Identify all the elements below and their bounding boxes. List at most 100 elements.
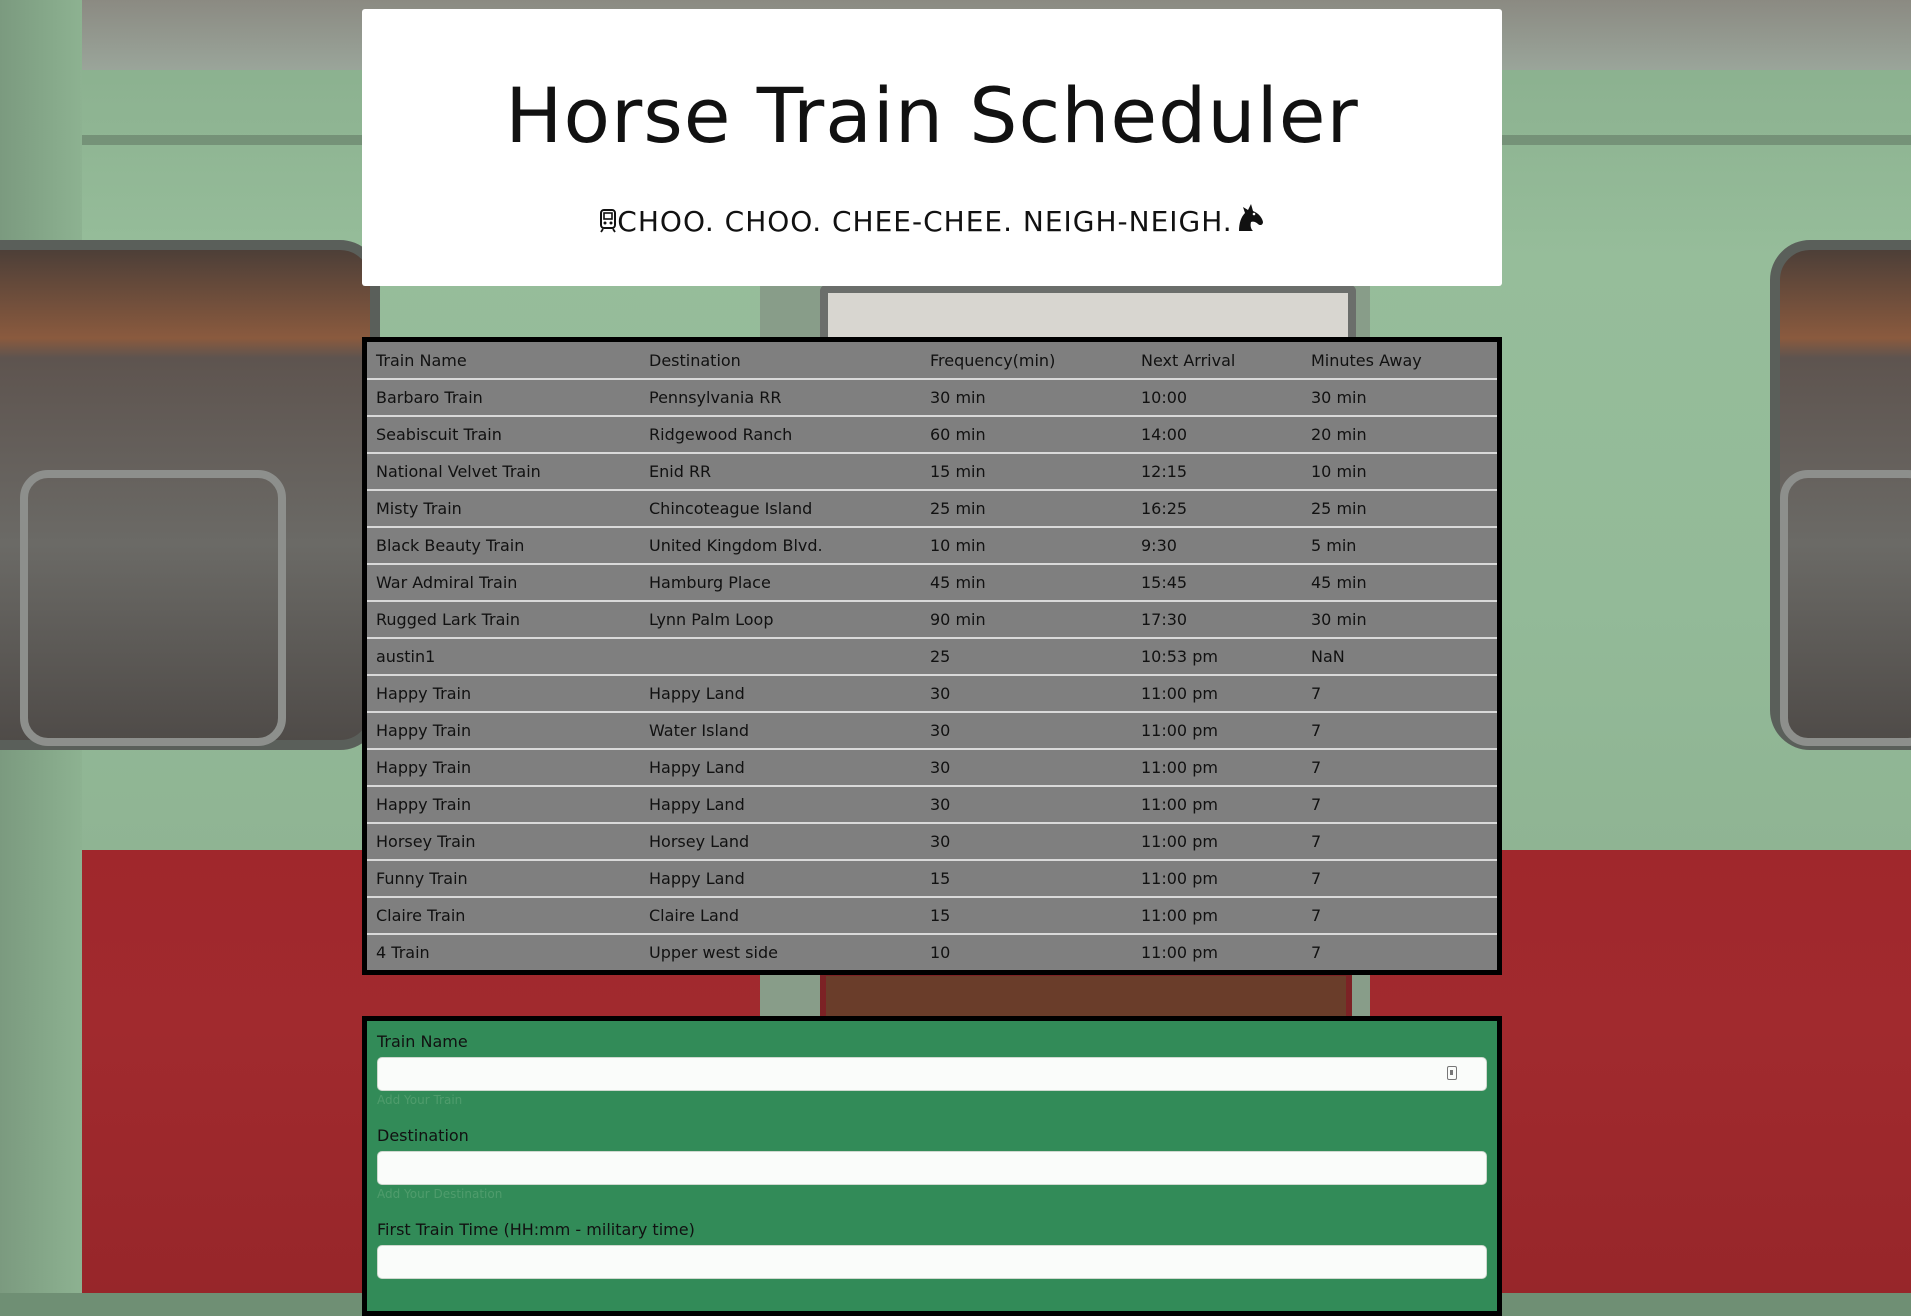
table-row: Funny Train Happy Land 15 11:00 pm 7: [367, 859, 1497, 897]
cell-next-arrival: 10:00: [1132, 378, 1302, 416]
destination-input[interactable]: [377, 1151, 1487, 1185]
table-row: Seabiscuit Train Ridgewood Ranch 60 min 14:…: [367, 415, 1497, 453]
cell-minutes-away: 7: [1302, 748, 1497, 786]
cell-next-arrival: 17:30: [1132, 600, 1302, 638]
first-train-time-label: First Train Time (HH:mm - military time): [377, 1220, 695, 1239]
cell-train-name: Seabiscuit Train: [367, 415, 640, 453]
cell-minutes-away: 10 min: [1302, 452, 1497, 490]
cell-minutes-away: 7: [1302, 933, 1497, 970]
cell-frequency: 30: [921, 822, 1132, 860]
train-name-help: Add Your Train: [377, 1093, 463, 1107]
page-title: Horse Train Scheduler: [505, 71, 1359, 160]
first-train-time-input[interactable]: [377, 1245, 1487, 1279]
subtitle-text: CHOO. CHOO. CHEE-CHEE. NEIGH-NEIGH.: [617, 205, 1233, 238]
cell-next-arrival: 14:00: [1132, 415, 1302, 453]
train-name-group: Train Name Add Your Train: [377, 1032, 1487, 1107]
cell-train-name: National Velvet Train: [367, 452, 640, 490]
table-row: Misty Train Chincoteague Island 25 min 16:2…: [367, 489, 1497, 527]
cell-destination: Happy Land: [640, 785, 921, 823]
table-row: War Admiral Train Hamburg Place 45 min 15:4…: [367, 563, 1497, 601]
table-row: Claire Train Claire Land 15 11:00 pm 7: [367, 896, 1497, 934]
table-header-row: Train Name Destination Frequency(min) Ne…: [367, 342, 1497, 379]
cell-frequency: 15: [921, 859, 1132, 897]
horse-head-icon: [1233, 201, 1265, 240]
cell-frequency: 30: [921, 711, 1132, 749]
cell-frequency: 30 min: [921, 378, 1132, 416]
cell-frequency: 10: [921, 933, 1132, 970]
cell-train-name: Misty Train: [367, 489, 640, 527]
table-row: Happy Train Happy Land 30 11:00 pm 7: [367, 674, 1497, 712]
cell-destination: Horsey Land: [640, 822, 921, 860]
cell-minutes-away: 30 min: [1302, 600, 1497, 638]
cell-next-arrival: 11:00 pm: [1132, 785, 1302, 823]
cell-minutes-away: 7: [1302, 785, 1497, 823]
cell-destination: Happy Land: [640, 859, 921, 897]
table-row: Barbaro Train Pennsylvania RR 30 min 10:00 3…: [367, 378, 1497, 416]
table-row: Black Beauty Train United Kingdom Blvd. 10…: [367, 526, 1497, 564]
cell-train-name: Happy Train: [367, 711, 640, 749]
cell-minutes-away: 25 min: [1302, 489, 1497, 527]
destination-group: Destination Add Your Destination: [377, 1126, 1487, 1201]
autofill-icon[interactable]: [1447, 1066, 1457, 1080]
page-subtitle: CHOO. CHOO. CHEE-CHEE. NEIGH-NEIGH.: [362, 201, 1502, 240]
first-train-time-group: First Train Time (HH:mm - military time): [377, 1220, 1487, 1279]
column-header-frequency: Frequency(min): [930, 350, 1056, 370]
table-row: National Velvet Train Enid RR 15 min 12:15 1…: [367, 452, 1497, 490]
cell-next-arrival: 11:00 pm: [1132, 711, 1302, 749]
cell-destination: Lynn Palm Loop: [640, 600, 921, 638]
cell-destination: Hamburg Place: [640, 563, 921, 601]
cell-minutes-away: 7: [1302, 674, 1497, 712]
table-row: austin1 25 10:53 pm NaN: [367, 637, 1497, 675]
table-row: Horsey Train Horsey Land 30 11:00 pm 7: [367, 822, 1497, 860]
cell-frequency: 25 min: [921, 489, 1132, 527]
train-icon: [599, 207, 617, 240]
table-row: 4 Train Upper west side 10 11:00 pm 7: [367, 933, 1497, 970]
cell-train-name: austin1: [367, 637, 640, 675]
add-train-form: Train Name Add Your Train Destination Ad…: [362, 1016, 1502, 1316]
cell-next-arrival: 11:00 pm: [1132, 748, 1302, 786]
schedule-table: Train Name Destination Frequency(min) Ne…: [362, 337, 1502, 975]
cell-destination: Happy Land: [640, 674, 921, 712]
cell-train-name: Horsey Train: [367, 822, 640, 860]
train-name-input[interactable]: [377, 1057, 1487, 1091]
cell-destination: Water Island: [640, 711, 921, 749]
destination-label: Destination: [377, 1126, 469, 1145]
cell-minutes-away: 5 min: [1302, 526, 1497, 564]
cell-frequency: 45 min: [921, 563, 1132, 601]
cell-destination: Chincoteague Island: [640, 489, 921, 527]
cell-destination: Enid RR: [640, 452, 921, 490]
cell-train-name: Claire Train: [367, 896, 640, 934]
cell-train-name: Rugged Lark Train: [367, 600, 640, 638]
cell-frequency: 15 min: [921, 452, 1132, 490]
cell-next-arrival: 11:00 pm: [1132, 859, 1302, 897]
cell-minutes-away: 45 min: [1302, 563, 1497, 601]
cell-destination: Pennsylvania RR: [640, 378, 921, 416]
cell-minutes-away: 20 min: [1302, 415, 1497, 453]
column-header-next-arrival: Next Arrival: [1141, 350, 1236, 370]
cell-next-arrival: 11:00 pm: [1132, 933, 1302, 970]
cell-frequency: 90 min: [921, 600, 1132, 638]
cell-train-name: Barbaro Train: [367, 378, 640, 416]
cell-destination: [640, 637, 921, 675]
cell-train-name: War Admiral Train: [367, 563, 640, 601]
cell-next-arrival: 11:00 pm: [1132, 896, 1302, 934]
cell-minutes-away: 30 min: [1302, 378, 1497, 416]
cell-next-arrival: 12:15: [1132, 452, 1302, 490]
table-row: Rugged Lark Train Lynn Palm Loop 90 min 17:…: [367, 600, 1497, 638]
cell-next-arrival: 10:53 pm: [1132, 637, 1302, 675]
cell-train-name: Happy Train: [367, 748, 640, 786]
cell-train-name: Happy Train: [367, 674, 640, 712]
table-row: Happy Train Happy Land 30 11:00 pm 7: [367, 748, 1497, 786]
cell-train-name: Funny Train: [367, 859, 640, 897]
cell-frequency: 30: [921, 785, 1132, 823]
cell-frequency: 60 min: [921, 415, 1132, 453]
column-header-train-name: Train Name: [376, 350, 467, 370]
cell-next-arrival: 15:45: [1132, 563, 1302, 601]
table-row: Happy Train Water Island 30 11:00 pm 7: [367, 711, 1497, 749]
cell-frequency: 25: [921, 637, 1132, 675]
cell-next-arrival: 11:00 pm: [1132, 674, 1302, 712]
cell-next-arrival: 16:25: [1132, 489, 1302, 527]
cell-frequency: 15: [921, 896, 1132, 934]
header-card: Horse Train Scheduler CHOO. CHOO. CHEE-C…: [362, 9, 1502, 286]
cell-train-name: Black Beauty Train: [367, 526, 640, 564]
